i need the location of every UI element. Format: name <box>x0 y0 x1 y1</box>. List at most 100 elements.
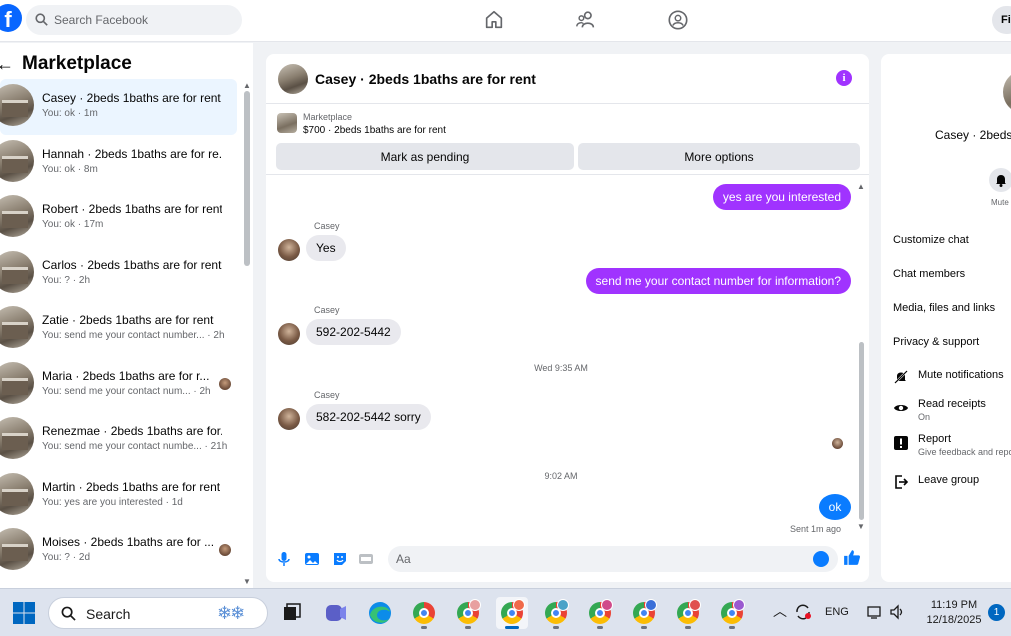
friends-icon[interactable] <box>575 9 597 31</box>
chrome-profile-button[interactable] <box>716 597 748 629</box>
network-icon[interactable] <box>866 603 884 621</box>
media-files-links-item[interactable]: Media, files and links <box>893 302 995 314</box>
back-arrow-icon[interactable]: ← <box>0 54 14 75</box>
facebook-logo[interactable]: f <box>0 4 22 32</box>
conversation-item[interactable]: Renezmae · 2beds 1baths are for... You: … <box>0 412 237 468</box>
more-options-button[interactable]: More options <box>578 143 860 170</box>
outgoing-message[interactable]: ok <box>819 494 851 520</box>
scroll-down-arrow-icon[interactable]: ▼ <box>243 577 251 586</box>
sender-avatar[interactable] <box>278 239 300 261</box>
mark-as-pending-button[interactable]: Mark as pending <box>276 143 574 170</box>
sender-avatar[interactable] <box>278 323 300 345</box>
notification-badge[interactable]: 1 <box>988 604 1005 621</box>
listing-thumbnail <box>0 528 34 570</box>
profile-badge-icon <box>733 599 745 611</box>
conversation-item[interactable]: Zatie · 2beds 1baths are for rent You: s… <box>0 301 237 357</box>
leave-group-label: Leave group <box>918 474 980 486</box>
gif-icon[interactable] <box>358 551 374 567</box>
conversation-item[interactable]: Casey · 2beds 1baths are for rent You: o… <box>0 79 237 135</box>
listing-thumbnail[interactable] <box>277 113 297 133</box>
chrome-profile-button[interactable] <box>540 597 572 629</box>
conversation-item[interactable]: Martin · 2beds 1baths are for rent You: … <box>0 468 237 524</box>
chrome-profile-button[interactable] <box>672 597 704 629</box>
report-description: Give feedback and report conversation <box>918 447 1011 457</box>
taskbar-search-box[interactable]: Search ❄❄ <box>48 597 268 629</box>
conversation-item[interactable]: Carlos · 2beds 1baths are for rent You: … <box>0 246 237 302</box>
running-indicator <box>641 626 647 629</box>
sender-avatar[interactable] <box>278 408 300 430</box>
incoming-message[interactable]: Yes <box>306 235 346 261</box>
task-view-button[interactable] <box>276 597 308 629</box>
volume-icon[interactable] <box>888 603 906 621</box>
read-receipts-label: Read receipts <box>918 398 986 410</box>
conversation-preview: You: send me your contact numbe... · 21h <box>42 441 227 452</box>
chrome-profile-button[interactable] <box>628 597 660 629</box>
conversation-item[interactable]: Maria · 2beds 1baths are for r... You: s… <box>0 357 237 413</box>
groups-icon[interactable] <box>667 9 689 31</box>
chat-members-item[interactable]: Chat members <box>893 268 965 280</box>
scroll-down-arrow-icon[interactable]: ▼ <box>857 522 865 531</box>
chat-avatar[interactable] <box>278 64 308 94</box>
language-indicator[interactable]: ENG <box>825 606 849 618</box>
chrome-profile-button[interactable] <box>584 597 616 629</box>
outgoing-message[interactable]: yes are you interested <box>712 184 851 210</box>
profile-button[interactable]: Fi <box>992 6 1011 34</box>
report-item[interactable]: Report Give feedback and report conversa… <box>893 433 1011 461</box>
search-box[interactable] <box>26 5 242 35</box>
sync-icon[interactable] <box>794 603 812 621</box>
conversation-item[interactable]: Hannah · 2beds 1baths are for re... You:… <box>0 135 237 191</box>
chat-header: Casey · 2beds 1baths are for rent i <box>266 54 869 104</box>
scroll-up-arrow-icon[interactable]: ▲ <box>243 81 251 90</box>
conversation-list-scrollbar[interactable] <box>244 91 250 266</box>
mute-notifications-item[interactable]: Mute notifications <box>893 369 1011 397</box>
incoming-message[interactable]: 582-202-5442 sorry <box>306 404 431 430</box>
conversation-name: Renezmae · 2beds 1baths are for... <box>42 424 222 438</box>
listing-thumbnail <box>0 250 34 293</box>
chat-scrollbar[interactable] <box>859 342 864 520</box>
incoming-message[interactable]: 592-202-5442 <box>306 319 401 345</box>
privacy-support-item[interactable]: Privacy & support <box>893 336 979 348</box>
profile-badge-icon <box>645 599 657 611</box>
scroll-up-arrow-icon[interactable]: ▲ <box>857 182 865 191</box>
edge-app-button[interactable] <box>364 597 396 629</box>
chat-title[interactable]: Casey · 2beds 1baths are for rent <box>315 71 536 87</box>
eye-icon <box>894 405 908 411</box>
mute-button[interactable] <box>989 168 1011 192</box>
listing-thumbnail <box>0 139 34 182</box>
teams-app-button[interactable] <box>320 597 352 629</box>
read-receipts-item[interactable]: Read receipts On <box>893 398 1011 426</box>
search-icon <box>35 13 48 26</box>
outgoing-message[interactable]: send me your contact number for informat… <box>585 268 851 294</box>
customize-chat-item[interactable]: Customize chat <box>893 234 969 246</box>
bell-icon <box>996 175 1006 187</box>
show-hidden-icons-chevron-icon[interactable]: ︿ <box>773 601 787 621</box>
search-input[interactable] <box>54 5 234 35</box>
listing-description[interactable]: $700 · 2beds 1baths are for rent <box>303 125 446 136</box>
conversation-name: Robert · 2beds 1baths are for rent <box>42 202 222 216</box>
thumbs-up-icon[interactable] <box>843 548 861 566</box>
clock[interactable]: 11:19 PM 12/18/2025 <box>924 598 984 628</box>
info-icon[interactable]: i <box>836 70 852 86</box>
conversation-item[interactable]: Robert · 2beds 1baths are for rent You: … <box>0 190 237 246</box>
chrome-profile-button-active[interactable] <box>496 597 528 629</box>
home-icon[interactable] <box>483 9 505 31</box>
timestamp-separator: 9:02 AM <box>544 471 578 481</box>
microphone-icon[interactable] <box>276 551 292 567</box>
details-avatar[interactable] <box>1003 70 1011 114</box>
conversation-preview: You: ? · 2h <box>42 274 91 286</box>
message-input[interactable] <box>396 546 796 572</box>
leave-group-item[interactable]: Leave group <box>893 474 1011 502</box>
listing-thumbnail <box>0 417 34 459</box>
windows-start-icon[interactable] <box>12 601 36 625</box>
emoji-icon[interactable] <box>813 551 829 567</box>
conversation-item[interactable]: Moises · 2beds 1baths are for ... You: ?… <box>0 523 237 579</box>
chrome-profile-button[interactable] <box>452 597 484 629</box>
photo-icon[interactable] <box>304 551 320 567</box>
message-input-container[interactable] <box>388 546 838 572</box>
sticker-icon[interactable] <box>332 551 348 567</box>
windows-taskbar: Search ❄❄ ︿ ENG 11:19 PM 12/18/2025 1 <box>0 588 1011 636</box>
conversation-list: Casey · 2beds 1baths are for rent You: o… <box>0 79 240 579</box>
mute-label: Mute <box>991 198 1009 207</box>
clock-time: 11:19 PM <box>930 599 978 611</box>
chrome-app-button[interactable] <box>408 597 440 629</box>
